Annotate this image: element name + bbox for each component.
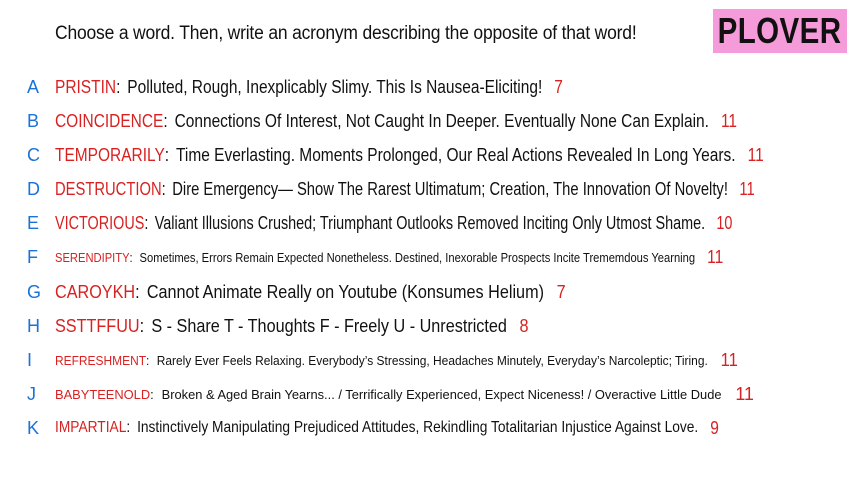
row-count: 11 [739, 178, 755, 199]
row-content: SSTTFFUU: S - Share T - Thoughts F - Fre… [55, 316, 529, 337]
row-colon: : [146, 352, 150, 368]
row-letter: C [27, 144, 40, 165]
row-content: REFRESHMENT: Rarely Ever Feels Relaxing.… [55, 350, 738, 371]
row-acronym: Valiant Illusions Crushed; Triumphant Ou… [154, 212, 706, 233]
row-letter: E [27, 212, 40, 233]
row-colon: : [164, 144, 170, 165]
row-colon: : [161, 178, 166, 199]
row-count: 11 [735, 383, 754, 404]
row-acronym: Time Everlasting. Moments Prolonged, Our… [176, 144, 736, 165]
logo-text: PLOVER [718, 10, 842, 51]
row-content: DESTRUCTION: Dire Emergency— Show The Ra… [55, 179, 755, 200]
row-colon: : [163, 110, 168, 131]
row-count: 11 [707, 246, 724, 267]
row-acronym: Instinctively Manipulating Prejudiced At… [137, 419, 699, 436]
row-count: 7 [554, 76, 563, 97]
row-letter: D [27, 178, 40, 199]
row-count: 7 [556, 281, 566, 302]
row-letter: F [27, 246, 38, 267]
row-word: COINCIDENCE [55, 110, 164, 131]
row-word: DESTRUCTION [55, 178, 162, 199]
row-acronym: Polluted, Rough, Inexplicably Slimy. Thi… [127, 76, 543, 97]
plover-logo: PLOVER [713, 9, 847, 53]
row-letter: B [27, 110, 40, 131]
row-colon: : [139, 315, 145, 336]
row-letter: G [27, 281, 42, 302]
row-word: PRISTIN [55, 76, 117, 97]
row-colon: : [116, 76, 121, 97]
row-letter: J [27, 383, 36, 404]
row-content: SERENDIPITY: Sometimes, Errors Remain Ex… [55, 247, 723, 268]
row-colon: : [150, 386, 154, 402]
row-word: CAROYKH [55, 281, 136, 302]
row-word: REFRESHMENT [55, 352, 147, 368]
instruction-text: Choose a word. Then, write an acronym de… [55, 23, 637, 44]
row-content: PRISTIN: Polluted, Rough, Inexplicably S… [55, 77, 563, 98]
row-count: 11 [720, 110, 738, 131]
row-colon: : [129, 249, 133, 265]
row-content: TEMPORARILY: Time Everlasting. Moments P… [55, 145, 764, 166]
row-count: 9 [710, 417, 719, 438]
row-acronym: Rarely Ever Feels Relaxing. Everybody’s … [156, 352, 708, 368]
row-word: BABYTEENOLD [55, 386, 151, 402]
row-content: CAROYKH: Cannot Animate Really on Youtub… [55, 282, 566, 303]
row-colon: : [126, 419, 131, 436]
row-word: VICTORIOUS [55, 212, 145, 233]
row-colon: : [135, 281, 140, 302]
row-colon: : [144, 212, 149, 233]
row-acronym: Dire Emergency— Show The Rarest Ultimatu… [172, 178, 728, 199]
row-count: 10 [716, 212, 733, 233]
row-count: 11 [720, 349, 738, 370]
row-word: IMPARTIAL [55, 419, 127, 436]
row-acronym: Sometimes, Errors Remain Expected Noneth… [139, 249, 696, 265]
row-letter: H [27, 315, 40, 336]
row-acronym: Cannot Animate Really on Youtube (Konsum… [146, 281, 544, 302]
row-acronym: S - Share T - Thoughts F - Freely U - Un… [151, 315, 507, 336]
row-word: TEMPORARILY [55, 144, 165, 165]
row-acronym: Broken & Aged Brain Yearns... / Terrific… [161, 386, 722, 402]
row-word: SERENDIPITY [55, 249, 130, 265]
row-content: BABYTEENOLD: Broken & Aged Brain Yearns.… [55, 384, 754, 405]
row-letter: I [27, 349, 33, 370]
row-acronym: Connections Of Interest, Not Caught In D… [174, 110, 709, 131]
row-content: VICTORIOUS: Valiant Illusions Crushed; T… [55, 213, 732, 234]
row-letter: K [27, 417, 40, 438]
row-letter: A [27, 76, 40, 97]
row-content: COINCIDENCE: Connections Of Interest, No… [55, 111, 737, 132]
row-count: 8 [519, 315, 529, 336]
row-word: SSTTFFUU [55, 315, 140, 336]
row-count: 11 [747, 144, 764, 165]
row-content: IMPARTIAL: Instinctively Manipulating Pr… [55, 418, 719, 439]
